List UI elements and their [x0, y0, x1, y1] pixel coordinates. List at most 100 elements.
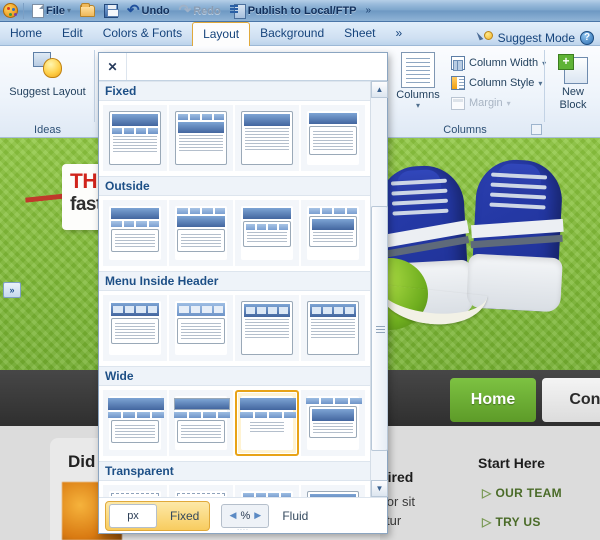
- tab-edit[interactable]: Edit: [52, 22, 93, 45]
- chevron-down-icon[interactable]: ▾: [538, 79, 542, 88]
- ideas-group-label: Ideas: [34, 124, 61, 136]
- gallery-footer: px Fixed ◀ % ▶ Fluid ....: [99, 497, 387, 533]
- layout-thumbnail[interactable]: [169, 485, 233, 497]
- scrollbar-thumb[interactable]: [371, 206, 388, 451]
- folder-open-icon: [79, 2, 95, 17]
- columns-group-label: Columns: [443, 124, 487, 136]
- undo-button[interactable]: ↶ Undo: [124, 1, 173, 20]
- help-icon[interactable]: ?: [580, 31, 594, 45]
- hero-photo-shoes: [370, 138, 600, 370]
- tab-sheet[interactable]: Sheet: [334, 22, 385, 45]
- publish-label: Publish to Local/FTP: [247, 4, 357, 17]
- layout-thumbnail[interactable]: [235, 485, 299, 497]
- tab-more[interactable]: »: [386, 22, 413, 45]
- margin-button: Margin ▾: [451, 93, 546, 113]
- column-width-button[interactable]: Column Width ▾: [451, 53, 546, 73]
- layout-gallery-popup[interactable]: ✕ Fixed Outside Menu Inside Header Wide …: [98, 52, 388, 534]
- layout-thumbnail-selected[interactable]: [235, 390, 299, 456]
- fluid-unit-stepper[interactable]: ◀ % ▶: [221, 503, 270, 528]
- document-icon: [32, 3, 44, 18]
- layout-thumbnail[interactable]: [301, 105, 365, 171]
- layout-thumbnail[interactable]: [103, 105, 167, 171]
- link-our-team[interactable]: ▷ OUR TEAM: [482, 486, 562, 500]
- layout-thumbnail[interactable]: [103, 390, 167, 456]
- layout-thumbnail[interactable]: [169, 390, 233, 456]
- margin-icon: [451, 96, 465, 110]
- category-header-transparent: Transparent: [99, 461, 371, 481]
- chevron-down-icon: ▾: [506, 98, 511, 108]
- group-separator: [94, 50, 95, 122]
- category-header-menu-inside-header: Menu Inside Header: [99, 271, 371, 291]
- scroll-up-button[interactable]: ▲: [371, 81, 388, 98]
- save-button[interactable]: [101, 1, 121, 20]
- column-style-button[interactable]: Column Style ▾: [451, 73, 546, 93]
- fixed-width-option[interactable]: px Fixed: [105, 500, 211, 531]
- tab-background[interactable]: Background: [250, 22, 334, 45]
- separator: [23, 2, 24, 19]
- fluid-width-option[interactable]: ◀ % ▶ Fluid: [218, 501, 318, 531]
- ribbon-group-ideas: Suggest Layout Ideas: [0, 46, 95, 138]
- stepper-right-arrow[interactable]: ▶: [254, 510, 261, 521]
- layout-thumbnail[interactable]: [169, 200, 233, 266]
- chevron-down-icon[interactable]: ▾: [67, 6, 71, 15]
- gallery-scroll-area[interactable]: Fixed Outside Menu Inside Header Wide Tr…: [99, 81, 371, 497]
- nav-button-home[interactable]: Home: [450, 378, 536, 422]
- new-block-label-line-2: Block: [559, 99, 587, 111]
- margin-label: Margin: [469, 97, 503, 109]
- qat-more-button[interactable]: »: [363, 1, 373, 20]
- palette-icon[interactable]: [3, 3, 18, 18]
- group-separator: [544, 50, 545, 122]
- scroll-down-button[interactable]: ▼: [371, 480, 388, 497]
- columns-button[interactable]: Columns ▾: [389, 52, 447, 110]
- layout-thumbnail[interactable]: [169, 105, 233, 171]
- nav-button-contact[interactable]: Conta: [542, 378, 600, 422]
- resize-grip[interactable]: ....: [237, 525, 249, 532]
- suggest-mode-icon: [478, 31, 493, 45]
- suggest-layout-label: Suggest Layout: [9, 86, 86, 98]
- open-button[interactable]: [77, 1, 98, 20]
- chevron-right-icon: ▷: [482, 515, 492, 529]
- save-disk-icon: [103, 3, 119, 18]
- layout-thumbnail[interactable]: [301, 485, 365, 497]
- layout-thumbnail[interactable]: [235, 295, 299, 361]
- link-label: OUR TEAM: [495, 486, 562, 500]
- shoe-right: [466, 157, 564, 313]
- new-block-button[interactable]: New Block: [546, 54, 600, 112]
- layout-thumbnail[interactable]: [103, 485, 167, 497]
- tab-colors-fonts[interactable]: Colors & Fonts: [93, 22, 192, 45]
- gallery-vertical-scrollbar[interactable]: ▲ ▼: [370, 81, 388, 497]
- column-style-label: Column Style: [469, 77, 535, 89]
- stepper-left-arrow[interactable]: ◀: [230, 510, 237, 521]
- tab-layout[interactable]: Layout: [192, 22, 251, 46]
- fixed-unit-input[interactable]: px: [109, 503, 157, 528]
- collapse-panel-button[interactable]: »: [3, 282, 21, 298]
- link-try-us[interactable]: ▷ TRY US: [482, 515, 541, 529]
- layout-thumbnail[interactable]: [103, 295, 167, 361]
- ribbon-group-columns: Columns ▾ Column Width ▾ Column Style ▾ …: [385, 46, 546, 138]
- column-width-icon: [451, 56, 465, 71]
- chevron-down-icon[interactable]: ▾: [389, 101, 447, 110]
- gallery-row-wide: [99, 386, 371, 461]
- publish-button[interactable]: Publish to Local/FTP: [227, 1, 360, 20]
- layout-thumbnail[interactable]: [301, 295, 365, 361]
- close-icon[interactable]: ✕: [99, 53, 127, 80]
- redo-arrow-icon: ↷: [178, 2, 192, 19]
- layout-thumbnail[interactable]: [103, 200, 167, 266]
- layout-thumbnail[interactable]: [235, 200, 299, 266]
- suggest-mode-label[interactable]: Suggest Mode: [498, 31, 575, 45]
- category-header-fixed: Fixed: [99, 81, 371, 101]
- fluid-unit-value: %: [240, 509, 251, 522]
- gallery-row-fixed: [99, 101, 371, 176]
- lightbulb-icon: [31, 50, 65, 84]
- tab-home[interactable]: Home: [0, 22, 52, 45]
- file-button[interactable]: File ▾: [29, 1, 74, 20]
- layout-thumbnail[interactable]: [301, 200, 365, 266]
- shoe-laces: [489, 169, 548, 218]
- ribbon-group-new-block: New Block: [546, 46, 600, 138]
- file-label: File: [46, 4, 65, 17]
- suggest-layout-button[interactable]: Suggest Layout: [0, 50, 95, 98]
- columns-dialog-launcher[interactable]: [531, 124, 542, 135]
- layout-thumbnail[interactable]: [169, 295, 233, 361]
- layout-thumbnail[interactable]: [301, 390, 365, 456]
- layout-thumbnail[interactable]: [235, 105, 299, 171]
